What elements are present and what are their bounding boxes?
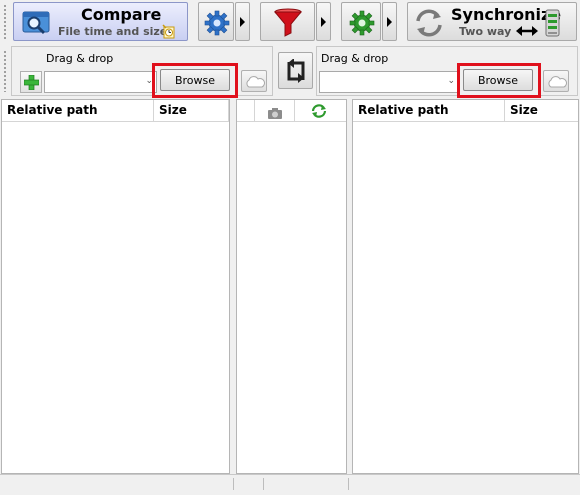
add-folder-pair-button[interactable]	[20, 71, 42, 93]
sync-arrows-icon	[414, 8, 444, 41]
compare-settings-button[interactable]	[198, 2, 234, 41]
left-folder-path-combo[interactable]: ⌄	[44, 71, 157, 93]
left-drag-drop-label: Drag & drop	[46, 52, 114, 65]
status-bar	[0, 474, 580, 491]
status-separator	[263, 478, 264, 490]
middle-column-category[interactable]	[255, 100, 295, 122]
two-way-arrow-icon	[516, 25, 538, 40]
middle-grid-header	[237, 100, 346, 122]
gear-green-icon	[349, 10, 375, 39]
filter-button[interactable]	[260, 2, 315, 41]
compare-subtitle: File time and size	[58, 25, 168, 38]
triangle-right-icon	[240, 16, 245, 27]
left-cloud-button[interactable]	[241, 70, 267, 92]
status-separator	[233, 478, 234, 490]
right-column-relative-path[interactable]: Relative path	[353, 100, 505, 122]
sync-settings-dropdown[interactable]	[382, 2, 397, 41]
right-file-grid[interactable]: Relative path Size	[352, 99, 579, 474]
triangle-right-icon	[387, 16, 392, 27]
toolbar-grip[interactable]	[3, 4, 7, 40]
gear-blue-icon	[204, 10, 230, 39]
cloud-icon	[547, 76, 567, 91]
folder-bar-grip[interactable]	[3, 50, 7, 92]
camera-icon	[267, 105, 283, 126]
sync-settings-button[interactable]	[341, 2, 381, 41]
funnel-icon	[273, 8, 303, 41]
database-sync-icon	[544, 8, 562, 41]
clock-icon	[162, 24, 176, 42]
right-folder-path-combo[interactable]: ⌄	[319, 71, 459, 93]
synchronize-button[interactable]: Synchronize Two way	[407, 2, 577, 41]
left-file-grid[interactable]: Relative path Size	[1, 99, 230, 474]
middle-column-checkbox[interactable]	[237, 100, 255, 122]
compare-button[interactable]: Compare File time and size	[13, 2, 188, 41]
cloud-icon	[245, 76, 265, 91]
left-grid-header: Relative path Size	[2, 100, 229, 122]
right-grid-header: Relative path Size	[353, 100, 578, 122]
swap-icon	[284, 58, 308, 86]
compare-title: Compare	[81, 5, 162, 24]
right-cloud-button[interactable]	[543, 70, 569, 92]
right-drag-drop-label: Drag & drop	[321, 52, 389, 65]
swap-sides-button[interactable]	[278, 52, 313, 89]
right-column-size[interactable]: Size	[505, 100, 578, 122]
chevron-down-icon[interactable]: ⌄	[447, 76, 455, 86]
left-browse-highlight	[152, 63, 238, 98]
right-browse-highlight	[457, 63, 541, 98]
status-separator	[348, 478, 349, 490]
middle-column-sync-action[interactable]	[295, 100, 347, 122]
left-column-relative-path[interactable]: Relative path	[2, 100, 154, 122]
triangle-right-icon	[321, 16, 326, 27]
middle-action-grid[interactable]	[236, 99, 347, 474]
synchronize-subtitle: Two way	[459, 25, 512, 38]
left-column-size[interactable]: Size	[154, 100, 229, 122]
refresh-green-icon	[311, 104, 327, 125]
compare-icon	[22, 8, 52, 39]
filter-dropdown[interactable]	[316, 2, 331, 41]
compare-settings-dropdown[interactable]	[235, 2, 250, 41]
plus-icon	[23, 74, 40, 93]
